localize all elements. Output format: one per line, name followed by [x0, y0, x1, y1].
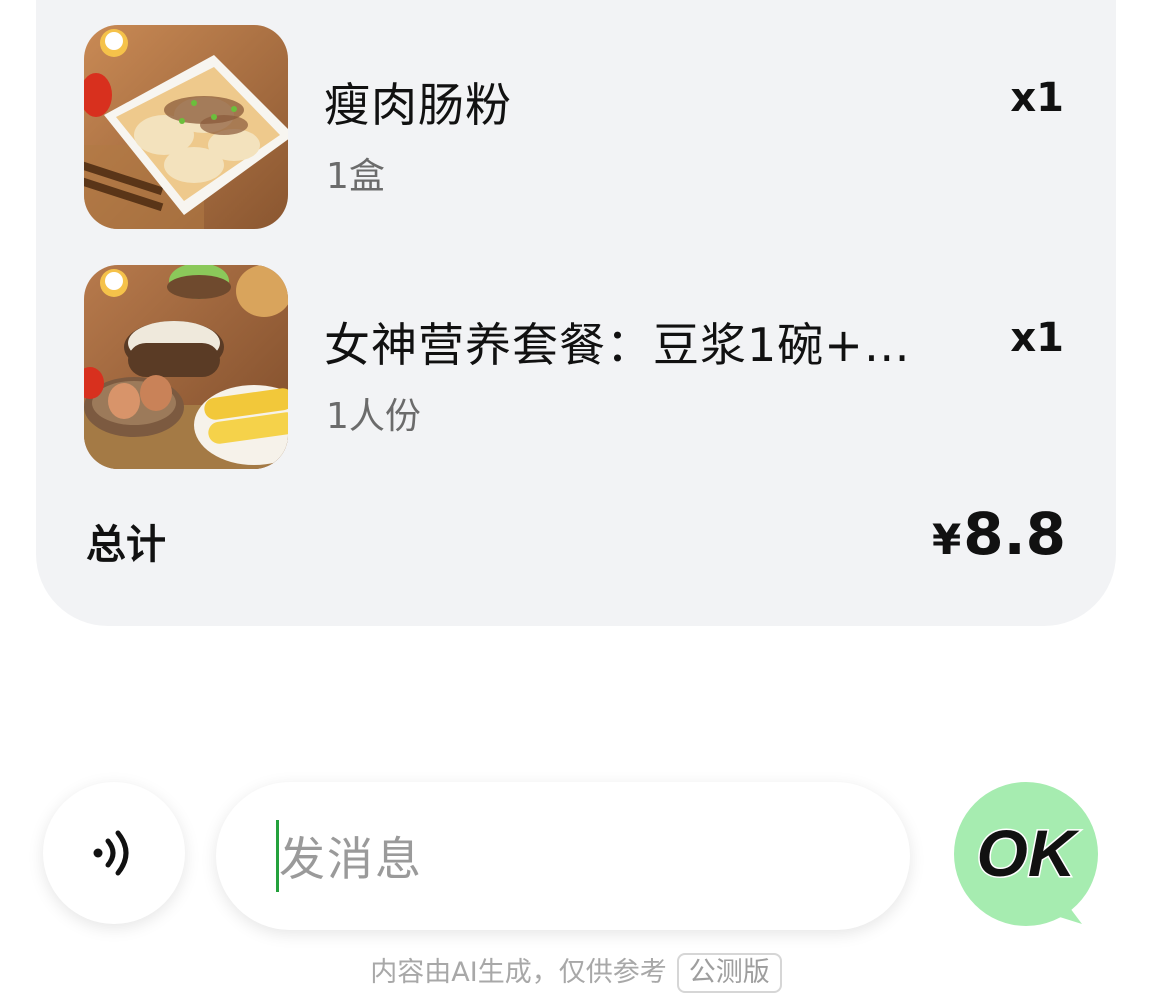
currency-symbol: ¥ [932, 515, 962, 564]
food-photo-icon [84, 25, 288, 229]
rice-noodle-roll-thumbnail [84, 25, 288, 229]
order-item[interactable]: 瘦肉肠粉 1盒 x1 [84, 25, 1084, 229]
voice-wave-icon [93, 830, 129, 876]
ai-disclaimer: 内容由AI生成，仅供参考 公测版 [0, 950, 1152, 993]
message-input[interactable]: 发消息 [216, 782, 910, 930]
soy-milk-set-thumbnail [84, 265, 288, 469]
order-item[interactable]: 女神营养套餐：豆浆1碗+… 1人份 x1 [84, 265, 1084, 469]
voice-input-button[interactable] [43, 782, 185, 924]
item-quantity: x1 [1010, 75, 1064, 121]
ok-label: OK [977, 816, 1080, 890]
total-label: 总计 [86, 522, 166, 568]
item-quantity: x1 [1010, 315, 1064, 361]
item-spec: 1人份 [326, 396, 421, 437]
item-name: 瘦肉肠粉 [324, 78, 512, 132]
ok-bubble-icon: OK [954, 782, 1098, 926]
message-placeholder: 发消息 [279, 832, 423, 886]
chat-page: 瘦肉肠粉 1盒 x1 女神营养套餐：豆浆1碗+… 1人份 x1 总计 ¥8.8 … [0, 0, 1152, 1004]
total-amount: ¥8.8 [932, 500, 1066, 568]
ok-send-button[interactable]: OK [954, 782, 1098, 926]
item-name: 女神营养套餐：豆浆1碗+… [324, 318, 911, 372]
food-photo-icon [84, 265, 288, 469]
item-spec: 1盒 [326, 156, 385, 197]
disclaimer-text: 内容由AI生成，仅供参考 [370, 957, 667, 988]
beta-badge: 公测版 [676, 953, 782, 993]
total-value: 8.8 [963, 500, 1066, 568]
